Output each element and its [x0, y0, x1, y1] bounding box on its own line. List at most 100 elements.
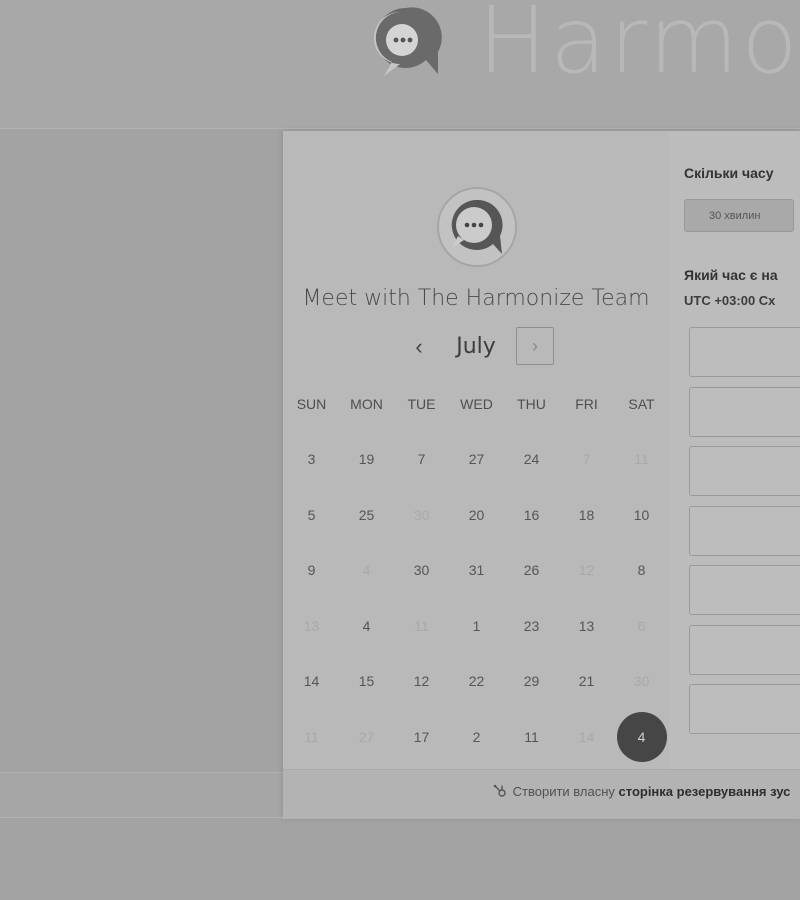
calendar-day: 4: [339, 543, 394, 599]
calendar-week-row: 11 27 17 2 11 14 4: [283, 710, 669, 766]
calendar-day-number: 6: [637, 617, 646, 634]
calendar-day[interactable]: 3: [284, 432, 339, 488]
header: Harmon: [0, 0, 800, 129]
weekday-label: SUN: [296, 396, 327, 412]
calendar-day[interactable]: 22: [449, 654, 504, 710]
calendar-day-number: 17: [413, 728, 430, 745]
calendar-day-selected[interactable]: 4: [614, 710, 669, 766]
calendar-day[interactable]: 29: [504, 654, 559, 710]
duration-option-button[interactable]: 30 хвилин: [684, 199, 794, 232]
calendar-day-number: 2: [472, 728, 481, 745]
booking-pane: Скільки часу 30 хвилин Який час є на UTC…: [669, 131, 800, 769]
calendar-day-number: 1: [472, 617, 481, 634]
calendar-day[interactable]: 8: [614, 543, 669, 599]
calendar-day[interactable]: 7: [394, 432, 449, 488]
time-slot[interactable]: [689, 565, 800, 615]
calendar-day[interactable]: 16: [504, 488, 559, 544]
time-slot[interactable]: [689, 684, 800, 734]
chevron-right-icon[interactable]: ›: [516, 327, 554, 365]
time-slot[interactable]: [689, 327, 800, 377]
calendar-day[interactable]: 10: [614, 488, 669, 544]
calendar-day-number: 10: [633, 506, 650, 523]
calendar-day-number: 19: [358, 451, 375, 467]
calendar-grid: SUN MON TUE WED THU FRI SAT 3 19 7 27 24 7 11 5…: [283, 376, 669, 765]
month-label: July: [456, 334, 496, 359]
weekday-label: WED: [460, 396, 493, 412]
calendar-day-number: 11: [524, 728, 539, 745]
calendar-day: 11: [284, 710, 339, 766]
calendar-day[interactable]: 20: [449, 488, 504, 544]
brand-name: Harmon: [478, 0, 800, 94]
calendar-day[interactable]: 24: [504, 432, 559, 488]
calendar-day: 7: [559, 432, 614, 488]
calendar-day[interactable]: 27: [449, 432, 504, 488]
calendar-week-row: 13 4 11 1 23 13 6: [283, 599, 669, 655]
calendar-day[interactable]: 14: [284, 654, 339, 710]
calendar-day[interactable]: 15: [339, 654, 394, 710]
host-name: Meet with The Harmonize Team: [302, 286, 650, 311]
calendar-day[interactable]: 4: [339, 599, 394, 655]
calendar-day-number: 11: [304, 728, 319, 745]
calendar-day[interactable]: 26: [504, 543, 559, 599]
calendar-day[interactable]: 11: [504, 710, 559, 766]
weekday-header-row: SUN MON TUE WED THU FRI SAT: [283, 376, 669, 432]
calendar-day[interactable]: 19: [339, 432, 394, 488]
weekday-label: FRI: [575, 396, 598, 412]
calendar-day[interactable]: 21: [559, 654, 614, 710]
weekday-label: THU: [517, 396, 546, 412]
timezone-select[interactable]: UTC +03:00 Сх: [684, 293, 775, 308]
calendar-day[interactable]: 25: [339, 488, 394, 544]
calendar-day[interactable]: 9: [284, 543, 339, 599]
calendar-day-number: 20: [468, 506, 485, 523]
calendar-day: 13: [284, 599, 339, 655]
meetings-widget: Meet with The Harmonize Team ‹ July › SU…: [283, 131, 800, 819]
calendar-week-row: 14 15 12 22 29 21 30: [283, 654, 669, 710]
calendar-day-number: 11: [414, 617, 429, 634]
card-footer: Створити власну сторінка резервування зу…: [283, 769, 800, 819]
calendar-day: 30: [614, 654, 669, 710]
calendar-day: 11: [614, 432, 669, 488]
calendar-day-number: 16: [523, 506, 540, 523]
time-slot[interactable]: [689, 506, 800, 556]
calendar-day-number: 24: [523, 451, 540, 467]
calendar-day-number: 22: [468, 673, 485, 689]
create-booking-page-link[interactable]: Створити власну сторінка резервування зу…: [493, 784, 790, 799]
calendar-pane: Meet with The Harmonize Team ‹ July › SU…: [283, 131, 669, 769]
calendar-week-row: 5 25 30 20 16 18 10: [283, 488, 669, 544]
time-slot[interactable]: [689, 625, 800, 675]
duration-question: Скільки часу: [684, 165, 774, 181]
footer-link-bold: сторінка резервування зус: [618, 784, 791, 799]
calendar-day[interactable]: 31: [449, 543, 504, 599]
footer-link-prefix: Створити власну: [512, 784, 615, 799]
chat-bubble-dots-icon: [374, 7, 442, 76]
calendar-day-number: 27: [358, 728, 375, 745]
calendar-day: 6: [614, 599, 669, 655]
calendar-day[interactable]: 30: [394, 543, 449, 599]
calendar-day[interactable]: 23: [504, 599, 559, 655]
calendar-day-number: 12: [413, 673, 430, 689]
calendar-day-number: 18: [578, 506, 595, 523]
calendar-week-row: 9 4 30 31 26 12 8: [283, 543, 669, 599]
calendar-day-number: 15: [358, 673, 375, 689]
chevron-left-icon[interactable]: ‹: [401, 329, 437, 365]
calendar-day[interactable]: 17: [394, 710, 449, 766]
calendar-week-row: 3 19 7 27 24 7 11: [283, 432, 669, 488]
calendar-day-number: 31: [468, 562, 485, 578]
calendar-day-number: 29: [523, 673, 540, 689]
calendar-day-number: 25: [358, 506, 375, 523]
calendar-day-number: 11: [634, 451, 649, 467]
calendar-day[interactable]: 13: [559, 599, 614, 655]
calendar-day[interactable]: 18: [559, 488, 614, 544]
calendar-day[interactable]: 2: [449, 710, 504, 766]
calendar-day-number: 14: [578, 728, 595, 745]
calendar-day[interactable]: 5: [284, 488, 339, 544]
time-slot[interactable]: [689, 387, 800, 437]
calendar-day[interactable]: 1: [449, 599, 504, 655]
calendar-day: 11: [394, 599, 449, 655]
calendar-day-number: 14: [303, 673, 320, 689]
calendar-day: 30: [394, 488, 449, 544]
calendar-day[interactable]: 12: [394, 654, 449, 710]
calendar-day-number: 5: [307, 506, 316, 523]
time-slot[interactable]: [689, 446, 800, 496]
calendar-day-number: 13: [303, 617, 320, 634]
